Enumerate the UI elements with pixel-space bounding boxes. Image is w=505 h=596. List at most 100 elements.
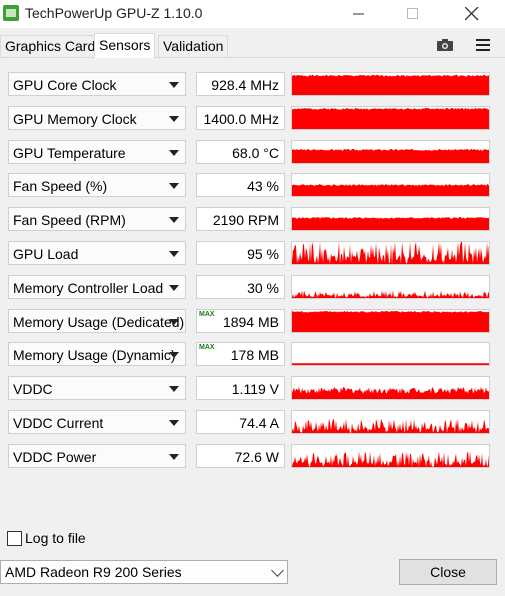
sensor-value: MAX 1894 MB [196, 309, 285, 333]
sensor-name-dropdown[interactable]: Memory Controller Load [8, 275, 186, 299]
sensor-graph [291, 376, 490, 400]
sensor-graph [291, 410, 490, 434]
dropdown-arrow-icon [169, 217, 179, 223]
camera-icon[interactable] [437, 39, 453, 51]
sensor-name-dropdown[interactable]: Memory Usage (Dedicated) [8, 309, 186, 333]
sensor-graph-plot [292, 74, 489, 95]
dropdown-arrow-icon [169, 285, 179, 291]
tab-graphics-card[interactable]: Graphics Card [0, 35, 101, 57]
sensor-value: 74.4 A [196, 410, 285, 434]
sensor-name-label: VDDC Power [13, 449, 97, 465]
sensor-graph-area [292, 418, 489, 433]
sensor-value: 2190 RPM [196, 207, 285, 231]
dropdown-arrow-icon [169, 116, 179, 122]
sensor-graph-area [292, 217, 489, 230]
sensor-graph-plot [292, 290, 489, 298]
sensor-value: 72.6 W [196, 444, 285, 468]
sensor-graph-plot [292, 184, 489, 196]
sensor-name-dropdown[interactable]: GPU Load [8, 241, 186, 265]
sensor-row: VDDC Power 72.6 W [0, 444, 505, 470]
sensor-name-label: Memory Controller Load [13, 280, 164, 296]
sensor-graph-plot [292, 418, 489, 433]
sensor-name-dropdown[interactable]: VDDC [8, 376, 186, 400]
sensor-row: GPU Temperature 68.0 °C [0, 140, 505, 166]
sensor-graph-area [292, 451, 489, 467]
sensor-name-dropdown[interactable]: VDDC Power [8, 444, 186, 468]
sensor-value-text: 2190 RPM [212, 212, 279, 228]
sensor-graph-plot [292, 386, 489, 399]
sensor-graph-area [292, 148, 489, 163]
max-indicator: MAX [199, 311, 215, 318]
title-bar: TechPowerUp GPU-Z 1.10.0 [0, 0, 505, 28]
sensor-row: Memory Usage (Dedicated) MAX 1894 MB [0, 309, 505, 335]
sensor-name-dropdown[interactable]: Fan Speed (%) [8, 173, 186, 197]
sensor-value: 1400.0 MHz [196, 106, 285, 130]
close-window-button[interactable] [449, 0, 495, 28]
sensor-graph [291, 106, 490, 130]
gpu-select-dropdown[interactable]: AMD Radeon R9 200 Series [0, 560, 288, 584]
sensor-graph-area [292, 74, 489, 95]
sensor-value: 928.4 MHz [196, 72, 285, 96]
maximize-button[interactable] [390, 0, 436, 28]
sensor-graph-area [292, 290, 489, 298]
dropdown-arrow-icon [169, 183, 179, 189]
dropdown-arrow-icon [169, 150, 179, 156]
sensor-graph-area [292, 242, 489, 264]
sensor-graph-area [292, 107, 489, 129]
sensor-value: MAX 178 MB [196, 342, 285, 366]
sensor-row: VDDC 1.119 V [0, 376, 505, 402]
sensor-row: Memory Usage (Dynamic) MAX 178 MB [0, 342, 505, 368]
max-indicator: MAX [199, 344, 215, 351]
sensor-graph-plot [292, 363, 489, 365]
sensor-name-dropdown[interactable]: GPU Temperature [8, 140, 186, 164]
sensor-name-label: Fan Speed (RPM) [13, 212, 126, 228]
sensor-value-text: 1894 MB [222, 314, 279, 330]
minimize-button[interactable] [336, 0, 382, 28]
log-to-file-checkbox[interactable] [7, 531, 22, 546]
sensor-name-dropdown[interactable]: GPU Memory Clock [8, 106, 186, 130]
sensor-graph [291, 72, 490, 96]
window-title: TechPowerUp GPU-Z 1.10.0 [25, 5, 203, 21]
sensor-graph-area [292, 184, 489, 196]
sensor-value-text: 95 % [247, 246, 279, 262]
sensor-name-dropdown[interactable]: Fan Speed (RPM) [8, 207, 186, 231]
tab-validation[interactable]: Validation [158, 35, 229, 57]
sensor-graph [291, 140, 490, 164]
sensor-row: GPU Memory Clock 1400.0 MHz [0, 106, 505, 132]
log-to-file-label[interactable]: Log to file [25, 530, 86, 546]
sensor-value-text: 74.4 A [239, 415, 279, 431]
close-icon [464, 6, 479, 21]
sensor-graph [291, 444, 490, 468]
sensor-graph-plot [292, 148, 489, 163]
sensor-graph-plot [292, 107, 489, 129]
sensor-graph [291, 241, 490, 265]
gpu-z-app-icon [3, 5, 19, 21]
sensor-graph-plot [292, 217, 489, 230]
dropdown-arrow-icon [169, 352, 179, 358]
sensor-value: 95 % [196, 241, 285, 265]
sensor-value: 1.119 V [196, 376, 285, 400]
close-button[interactable]: Close [399, 559, 497, 585]
sensor-row: Fan Speed (RPM) 2190 RPM [0, 207, 505, 233]
sensor-value-text: 43 % [247, 178, 279, 194]
dropdown-arrow-icon [169, 82, 179, 88]
dropdown-arrow-icon [169, 319, 179, 325]
sensor-name-dropdown[interactable]: Memory Usage (Dynamic) [8, 342, 186, 366]
dropdown-arrow-icon [169, 420, 179, 426]
tab-sensors[interactable]: Sensors [94, 33, 156, 58]
dropdown-arrow-icon [169, 386, 179, 392]
tab-strip: Graphics Card Sensors Validation [0, 33, 505, 58]
sensor-graph [291, 342, 490, 366]
sensor-name-label: VDDC Current [13, 415, 104, 431]
sensor-graph-area [292, 363, 489, 365]
dropdown-arrow-icon [169, 251, 179, 257]
sensor-value-text: 1400.0 MHz [203, 111, 279, 127]
sensor-name-label: Memory Usage (Dynamic) [13, 347, 176, 363]
sensor-name-dropdown[interactable]: VDDC Current [8, 410, 186, 434]
sensor-name-label: VDDC [13, 381, 53, 397]
sensor-name-dropdown[interactable]: GPU Core Clock [8, 72, 186, 96]
sensor-value-text: 178 MB [230, 347, 279, 363]
minimize-icon [353, 13, 364, 15]
sensor-row: GPU Core Clock 928.4 MHz [0, 72, 505, 98]
hamburger-menu-icon[interactable] [476, 39, 490, 51]
